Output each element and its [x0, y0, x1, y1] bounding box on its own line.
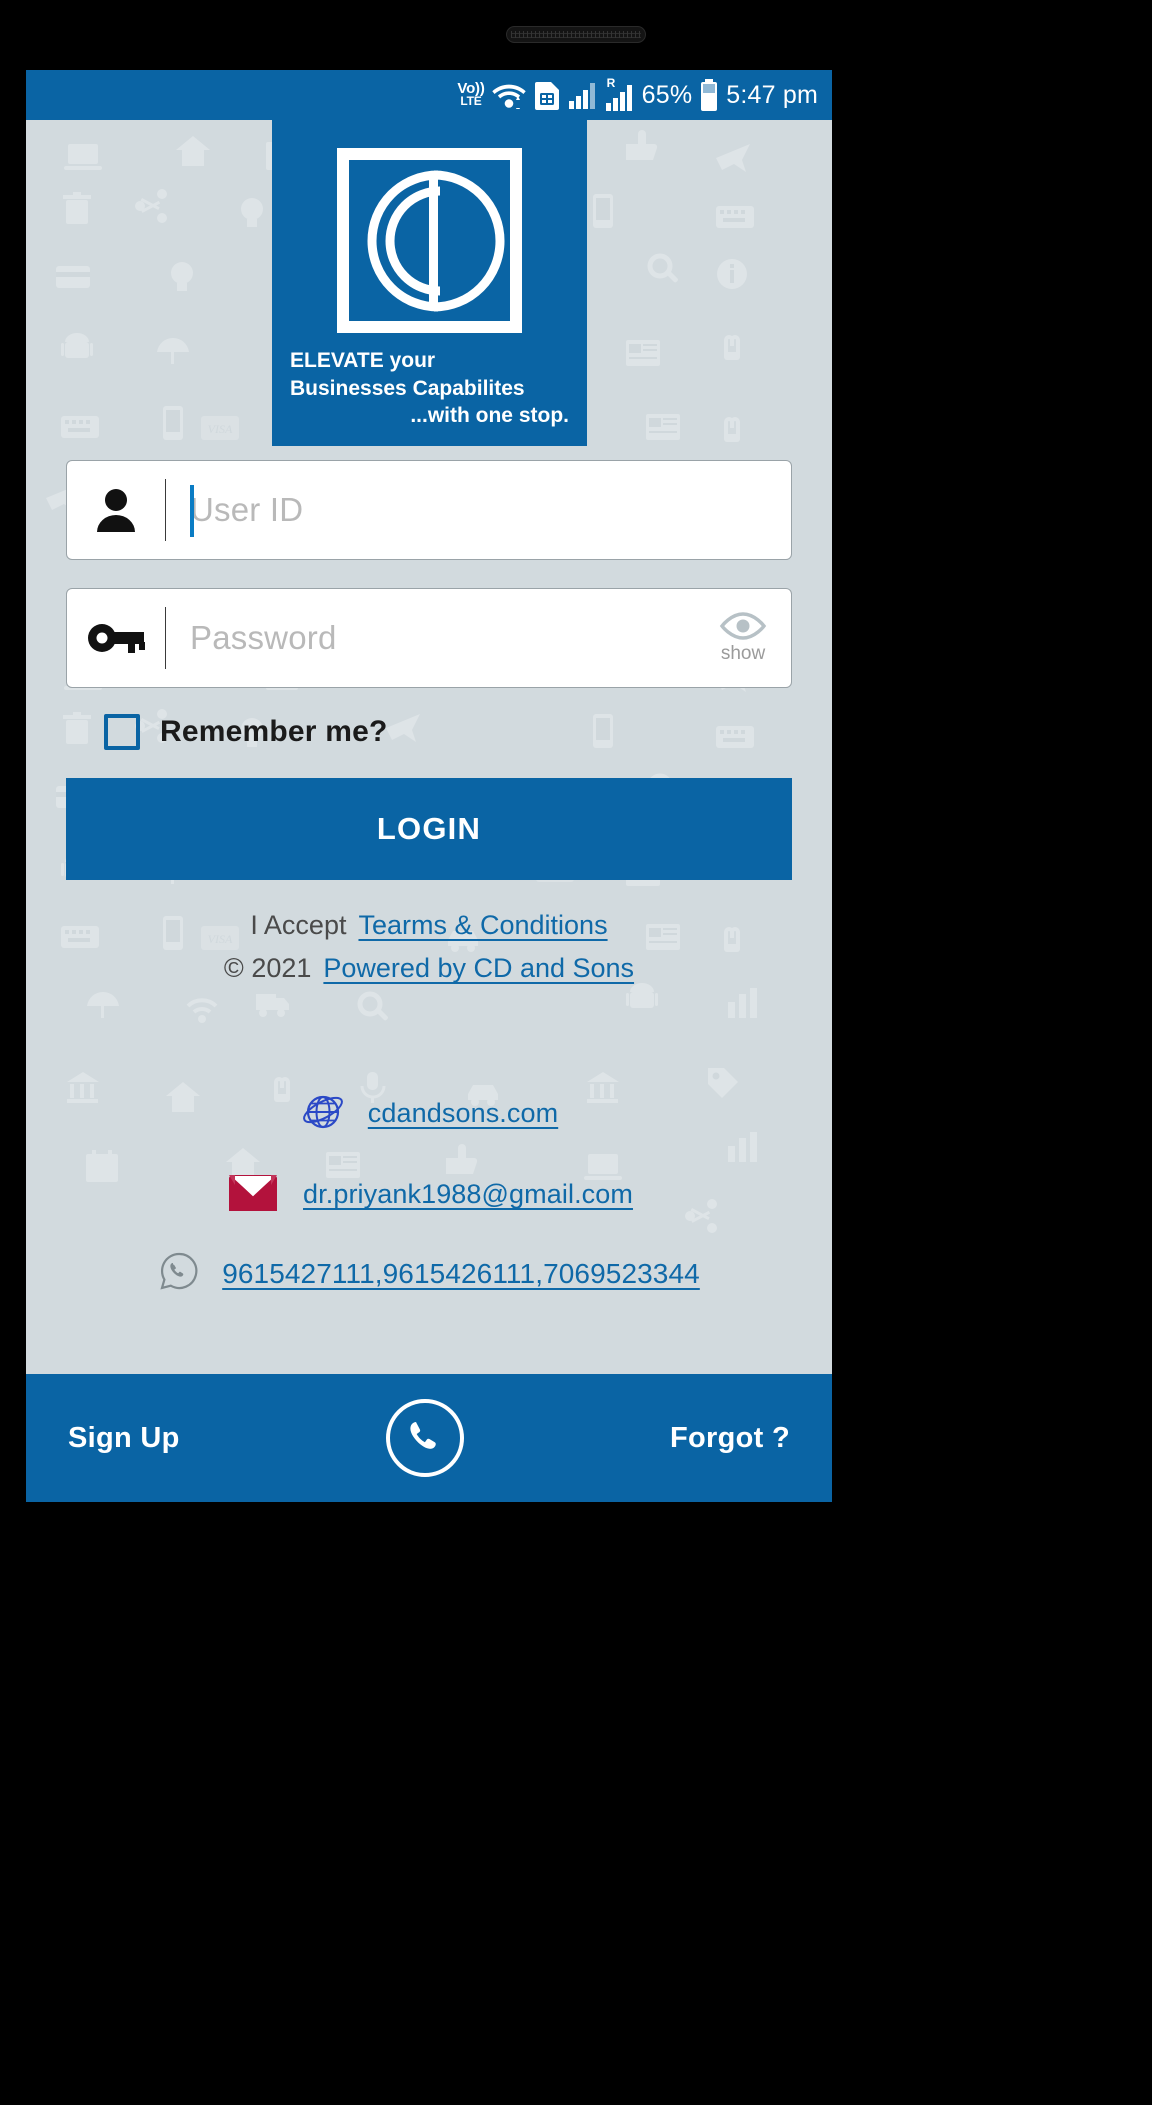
phone-icon [410, 1422, 436, 1449]
signal-bars-roaming-icon: R [605, 76, 635, 111]
login-button-label: LOGIN [376, 811, 482, 847]
password-visibility-toggle[interactable]: show [719, 611, 791, 665]
sim-card-icon [533, 80, 561, 110]
password-placeholder: Password [190, 619, 337, 657]
phone-screen: Vo)) LTE R 65% 5:47 pm VISA ELEVATE your… [26, 70, 832, 1502]
login-button[interactable]: LOGIN [66, 778, 792, 881]
key-icon [67, 620, 165, 656]
tagline-line-3: ...with one stop. [410, 404, 569, 428]
remember-me-checkbox[interactable] [104, 714, 140, 751]
tagline-line-2: Businesses Capabilites [290, 376, 525, 400]
phone-row[interactable]: 9615427111,9615426111,7069523344 [26, 1250, 832, 1297]
volte-icon: Vo)) LTE [457, 81, 484, 109]
tagline-your: your [383, 349, 436, 372]
sign-up-button[interactable]: Sign Up [68, 1422, 180, 1455]
email-row[interactable]: dr.priyank1988@gmail.com [26, 1169, 832, 1220]
device-frame: Vo)) LTE R 65% 5:47 pm VISA ELEVATE your… [0, 0, 1152, 2105]
copyright-label: © 2021 [223, 953, 312, 984]
email-link[interactable]: dr.priyank1988@gmail.com [303, 1179, 633, 1210]
brand-logo-panel: ELEVATE your Businesses Capabilites ...w… [272, 120, 587, 447]
password-field[interactable]: Password show [66, 588, 792, 689]
user-id-field[interactable]: User ID [66, 460, 792, 561]
clock-label: 5:47 pm [726, 80, 818, 109]
globe-icon [300, 1088, 346, 1139]
website-link[interactable]: cdandsons.com [368, 1098, 558, 1129]
device-bezel-top [0, 0, 1152, 70]
powered-by-link[interactable]: Powered by CD and Sons [323, 953, 634, 984]
text-cursor [190, 485, 194, 538]
call-button[interactable] [385, 1399, 464, 1477]
website-row[interactable]: cdandsons.com [26, 1088, 832, 1139]
app-background: VISA ELEVATE your Businesses Capabilites… [26, 120, 832, 1502]
cd-monogram-icon [367, 170, 504, 311]
device-bezel-left [0, 70, 26, 1502]
accept-terms-row: I Accept Tearms & Conditions [26, 910, 832, 941]
remember-me-row[interactable]: Remember me? [104, 714, 832, 751]
battery-percent-label: 65% [641, 80, 693, 109]
status-bar: Vo)) LTE R 65% 5:47 pm [26, 70, 832, 120]
signal-bars-icon [568, 81, 598, 109]
battery-icon [699, 79, 719, 111]
brand-tagline: ELEVATE your Businesses Capabilites ...w… [290, 347, 569, 430]
user-id-placeholder: User ID [190, 491, 304, 529]
copyright-row: © 2021 Powered by CD and Sons [26, 953, 832, 984]
person-icon [67, 486, 165, 534]
show-password-label: show [720, 643, 766, 665]
phone-numbers-link[interactable]: 9615427111,9615426111,7069523344 [222, 1258, 700, 1290]
contact-links: cdandsons.com dr.priyank1988@gmail.com 9… [26, 1088, 832, 1297]
whatsapp-icon [158, 1250, 200, 1297]
accept-prefix-label: I Accept [250, 910, 347, 941]
forgot-password-button[interactable]: Forgot ? [670, 1422, 790, 1455]
earpiece-speaker [506, 26, 646, 43]
volte-label-bottom: LTE [460, 94, 482, 109]
device-bezel-bottom [0, 1502, 1152, 2105]
login-content: ELEVATE your Businesses Capabilites ...w… [26, 120, 832, 1455]
cd-monogram-logo [337, 148, 522, 333]
eye-icon [719, 612, 767, 640]
roaming-label: R [606, 76, 616, 90]
wifi-icon [491, 81, 526, 109]
device-bezel-right [832, 70, 1152, 1502]
terms-and-conditions-link[interactable]: Tearms & Conditions [358, 910, 607, 941]
remember-me-label: Remember me? [160, 715, 388, 749]
tagline-elevate: ELEVATE [290, 349, 384, 372]
bottom-action-bar: Sign Up Forgot ? [26, 1374, 832, 1502]
gmail-icon [225, 1169, 281, 1220]
